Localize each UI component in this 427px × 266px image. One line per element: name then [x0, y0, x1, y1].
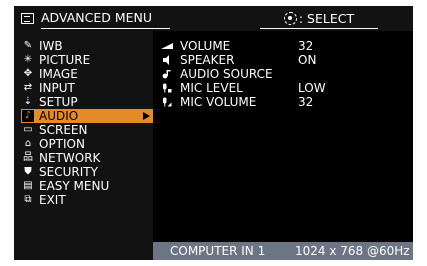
- audio-icon: ♪: [22, 110, 34, 122]
- sidebar-item-picture[interactable]: ✳ PICTURE: [14, 53, 153, 67]
- audio-item-value: ON: [298, 53, 317, 67]
- speaker-icon: [161, 54, 173, 66]
- sidebar-item-label: IWB: [39, 39, 63, 53]
- sidebar-item-label: PICTURE: [39, 53, 91, 67]
- sidebar-item-label: NETWORK: [39, 151, 101, 165]
- sidebar-item-label: AUDIO: [39, 109, 79, 123]
- easy-menu-icon: ▤: [23, 180, 33, 191]
- sidebar-item-option[interactable]: ⌂ OPTION: [14, 137, 153, 151]
- signal-resolution-label: 1024 x 768 @60Hz: [295, 244, 410, 258]
- mic-volume-icon: [161, 96, 173, 108]
- select-button-icon: [283, 11, 297, 25]
- audio-item-speaker[interactable]: SPEAKER ON: [153, 53, 413, 67]
- status-bar: COMPUTER IN 1 1024 x 768 @60Hz: [153, 242, 413, 260]
- setup-icon: ⇣: [23, 96, 33, 107]
- menu-header: ADVANCED MENU : SELECT: [14, 6, 413, 31]
- audio-source-icon: [161, 68, 173, 80]
- audio-item-label: MIC VOLUME: [180, 95, 257, 109]
- sidebar-item-audio[interactable]: ♪ AUDIO: [21, 109, 153, 123]
- menu-icon: [21, 13, 34, 24]
- select-hint-label: : SELECT: [298, 10, 355, 26]
- menu-title: ADVANCED MENU: [41, 8, 171, 29]
- sidebar-item-label: IMAGE: [39, 67, 78, 81]
- sidebar-item-security[interactable]: ⛊ SECURITY: [14, 165, 153, 179]
- audio-item-mic-volume[interactable]: MIC VOLUME 32: [153, 95, 413, 109]
- image-icon: ✥: [23, 68, 33, 79]
- sidebar-item-network[interactable]: 品 NETWORK: [14, 151, 153, 165]
- osd-menu-window: ADVANCED MENU : SELECT ✎ IWB ✳ PICTURE ✥…: [14, 6, 413, 260]
- option-icon: ⌂: [24, 138, 32, 149]
- exit-icon: ⧉: [24, 194, 32, 205]
- audio-item-label: SPEAKER: [180, 53, 235, 67]
- sidebar-item-iwb[interactable]: ✎ IWB: [14, 39, 153, 53]
- menu-title-group: ADVANCED MENU: [21, 8, 171, 29]
- audio-item-audio-source[interactable]: AUDIO SOURCE: [153, 67, 413, 81]
- input-source-label: COMPUTER IN 1: [170, 244, 266, 258]
- submenu-arrow-icon: [143, 112, 150, 120]
- audio-item-label: MIC LEVEL: [180, 81, 243, 95]
- sidebar-item-screen[interactable]: ▭ SCREEN: [14, 123, 153, 137]
- mic-level-icon: [161, 82, 173, 94]
- picture-icon: ✳: [23, 54, 33, 65]
- sidebar-item-label: SECURITY: [39, 165, 98, 179]
- sidebar-item-label: EXIT: [39, 193, 66, 207]
- sidebar-item-label: EASY MENU: [39, 179, 110, 193]
- audio-item-mic-level[interactable]: MIC LEVEL LOW: [153, 81, 413, 95]
- sidebar-item-setup[interactable]: ⇣ SETUP: [14, 95, 153, 109]
- sidebar-item-input[interactable]: ⇄ INPUT: [14, 81, 153, 95]
- screen-icon: ▭: [23, 124, 33, 135]
- audio-item-volume[interactable]: VOLUME 32: [153, 39, 413, 53]
- select-hint: : SELECT: [260, 8, 378, 29]
- iwb-icon: ✎: [23, 40, 33, 51]
- input-icon: ⇄: [23, 82, 33, 93]
- sidebar-item-easy-menu[interactable]: ▤ EASY MENU: [14, 179, 153, 193]
- sidebar-menu: ✎ IWB ✳ PICTURE ✥ IMAGE ⇄ INPUT ⇣ SETUP …: [14, 31, 153, 260]
- sidebar-item-exit[interactable]: ⧉ EXIT: [14, 193, 153, 207]
- audio-submenu-panel: VOLUME 32 SPEAKER ON AUDIO SOURCE MIC LE…: [153, 31, 413, 260]
- security-icon: ⛊: [24, 166, 32, 177]
- volume-icon: [161, 40, 173, 52]
- audio-item-value: 32: [298, 95, 314, 109]
- sidebar-item-label: INPUT: [39, 81, 75, 95]
- audio-item-label: VOLUME: [180, 39, 231, 53]
- audio-item-label: AUDIO SOURCE: [180, 67, 273, 81]
- sidebar-item-label: SETUP: [39, 95, 78, 109]
- sidebar-item-label: OPTION: [39, 137, 85, 151]
- sidebar-item-image[interactable]: ✥ IMAGE: [14, 67, 153, 81]
- sidebar-item-label: SCREEN: [39, 123, 88, 137]
- audio-item-value: LOW: [298, 81, 326, 95]
- audio-item-value: 32: [298, 39, 314, 53]
- network-icon: 品: [23, 152, 33, 163]
